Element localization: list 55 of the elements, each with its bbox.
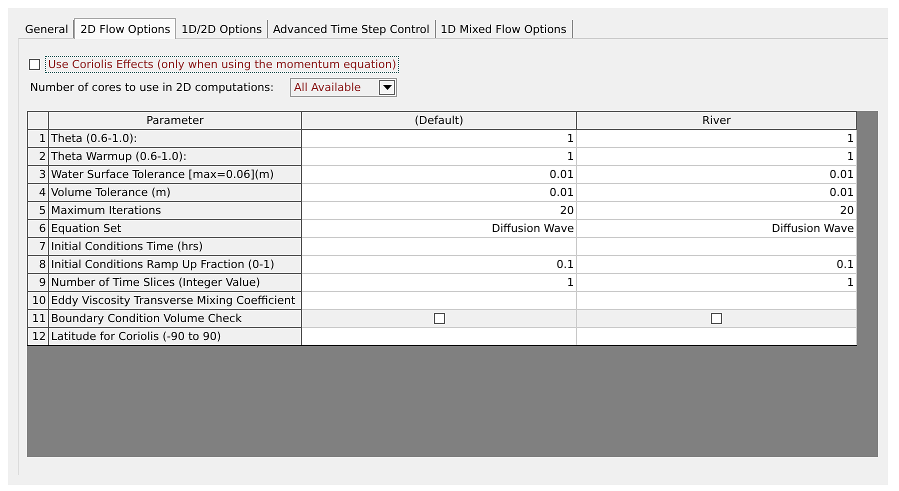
cores-dropdown[interactable]: All Available (290, 78, 397, 97)
table-cell[interactable]: 20 (576, 202, 856, 220)
table-cell[interactable]: 0.01 (576, 166, 856, 184)
parameter-cell: Volume Tolerance (m) (48, 184, 302, 202)
parameter-cell: Initial Conditions Ramp Up Fraction (0-1) (48, 256, 302, 274)
row-number: 5 (28, 202, 48, 220)
row-number: 3 (28, 166, 48, 184)
row-number: 11 (28, 310, 48, 328)
table-cell[interactable] (302, 328, 576, 346)
table-cell[interactable]: 0.1 (302, 256, 576, 274)
table-cell[interactable]: 0.1 (576, 256, 856, 274)
tab[interactable]: 2D Flow Options (74, 18, 176, 39)
parameter-cell: Boundary Condition Volume Check (48, 310, 302, 328)
parameter-cell: Initial Conditions Time (hrs) (48, 238, 302, 256)
parameter-cell: Theta Warmup (0.6-1.0): (48, 148, 302, 166)
table-cell[interactable]: 1 (302, 130, 576, 148)
table-cell[interactable]: 1 (302, 148, 576, 166)
table-cell[interactable]: 0.01 (576, 184, 856, 202)
row-number: 6 (28, 220, 48, 238)
parameter-cell: Maximum Iterations (48, 202, 302, 220)
checkbox-label[interactable]: Use Coriolis Effects (only when using the momentum equation) (45, 56, 400, 73)
checkbox[interactable] (711, 313, 722, 324)
table-cell[interactable]: Diffusion Wave (576, 220, 856, 238)
table-cell[interactable] (576, 328, 856, 346)
table-cell[interactable]: 1 (576, 148, 856, 166)
row-number: 7 (28, 238, 48, 256)
table-cell[interactable]: 1 (576, 130, 856, 148)
column-header[interactable]: (Default) (302, 112, 576, 130)
table-cell[interactable]: 1 (302, 274, 576, 292)
parameter-cell: Latitude for Coriolis (-90 to 90) (48, 328, 302, 346)
row-number: 2 (28, 148, 48, 166)
row-number: 10 (28, 292, 48, 310)
column-header[interactable]: Parameter (48, 112, 302, 130)
column-header[interactable]: River (576, 112, 856, 130)
row-number: 12 (28, 328, 48, 346)
table-cell[interactable]: 1 (576, 274, 856, 292)
table-cell[interactable]: 20 (302, 202, 576, 220)
parameter-cell: Equation Set (48, 220, 302, 238)
row-number: 9 (28, 274, 48, 292)
row-number: 1 (28, 130, 48, 148)
cores-label: Number of cores to use in 2D computations: (30, 81, 275, 94)
table-cell[interactable]: 0.01 (302, 184, 576, 202)
row-number: 4 (28, 184, 48, 202)
table-cell[interactable] (302, 238, 576, 256)
table-cell[interactable]: Diffusion Wave (302, 220, 576, 238)
parameter-cell: Number of Time Slices (Integer Value) (48, 274, 302, 292)
checkbox[interactable] (434, 313, 444, 324)
checkbox[interactable] (29, 59, 40, 70)
table-cell[interactable]: 0.01 (302, 166, 576, 184)
parameter-cell: Water Surface Tolerance [max=0.06](m) (48, 166, 302, 184)
table-cell[interactable] (576, 238, 856, 256)
corner-cell (28, 112, 48, 130)
parameter-cell: Theta (0.6-1.0): (48, 130, 302, 148)
parameter-cell: Eddy Viscosity Transverse Mixing Coefficient (48, 292, 302, 310)
row-number: 8 (28, 256, 48, 274)
